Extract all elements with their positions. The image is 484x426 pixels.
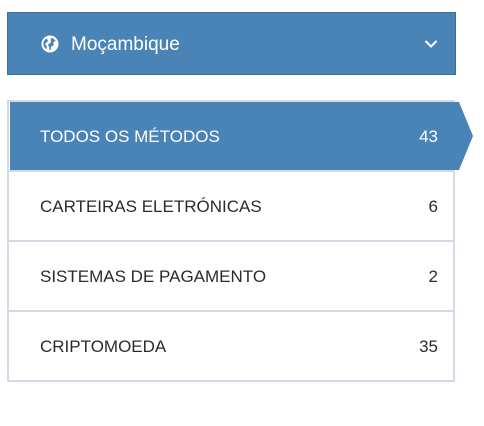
method-count: 43	[419, 127, 438, 146]
method-item-all[interactable]: TODOS OS MÉTODOS 43	[10, 102, 473, 170]
method-count: 6	[428, 197, 438, 216]
method-item-payment-systems[interactable]: SISTEMAS DE PAGAMENTO 2	[9, 242, 453, 312]
method-count: 35	[419, 337, 438, 356]
method-label: CARTEIRAS ELETRÓNICAS	[40, 197, 262, 216]
payment-methods-list: TODOS OS MÉTODOS 43 CARTEIRAS ELETRÓNICA…	[7, 100, 473, 382]
method-label: TODOS OS MÉTODOS	[40, 127, 220, 146]
method-label: CRIPTOMOEDA	[40, 337, 167, 356]
country-label: Moçambique	[71, 34, 180, 55]
method-count: 2	[428, 267, 438, 286]
method-item-cryptocurrency[interactable]: CRIPTOMOEDA 35	[9, 312, 453, 382]
method-label: SISTEMAS DE PAGAMENTO	[40, 267, 267, 286]
chevron-down-icon[interactable]	[424, 39, 438, 49]
country-selector[interactable]: Moçambique	[7, 12, 456, 75]
method-item-e-wallets[interactable]: CARTEIRAS ELETRÓNICAS 6	[9, 172, 453, 242]
active-indicator-arrow	[453, 102, 473, 170]
globe-icon	[41, 35, 59, 53]
